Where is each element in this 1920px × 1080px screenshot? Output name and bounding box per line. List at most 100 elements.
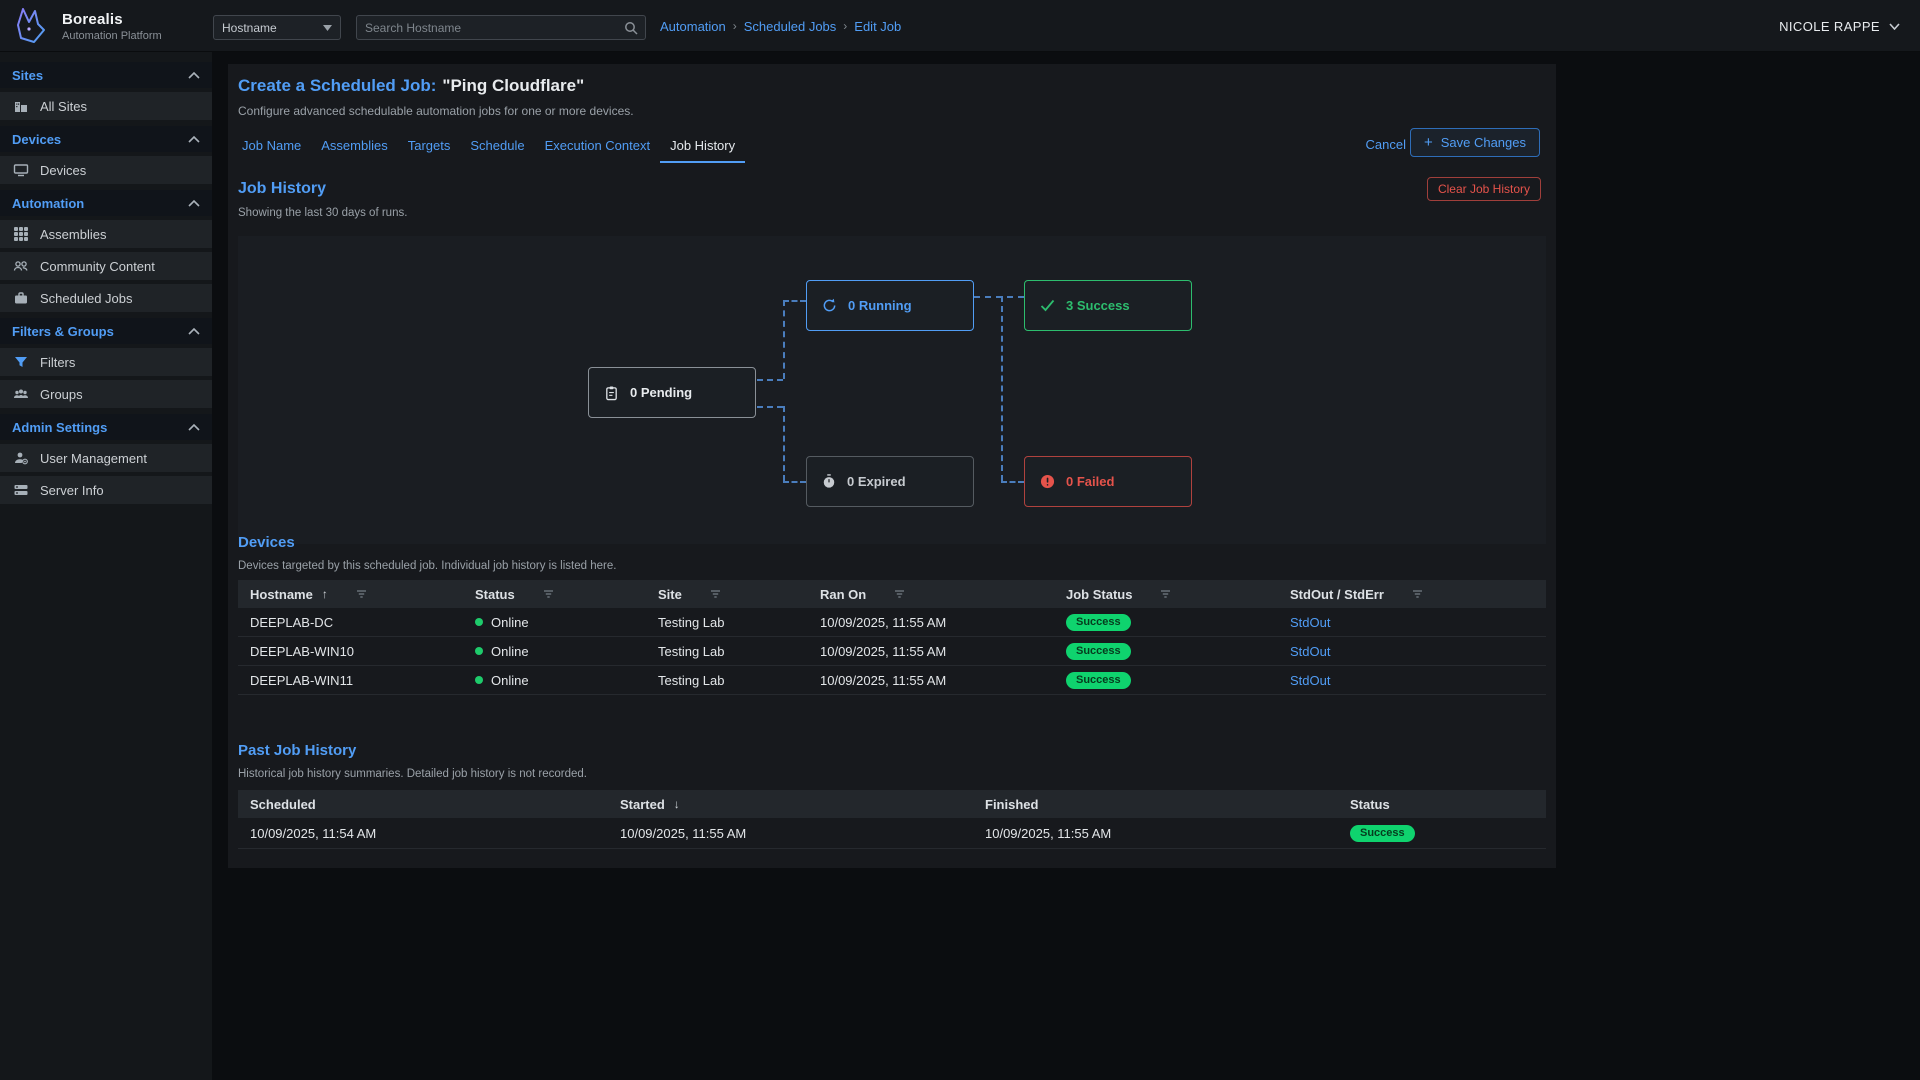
sidebar-item-label: User Management [40,451,147,466]
chevron-up-icon [188,327,200,335]
timer-icon [822,474,836,489]
pending-icon [604,385,619,401]
filter-icon[interactable] [709,588,722,600]
stdout-link[interactable]: StdOut [1290,673,1330,688]
column-header-site[interactable]: Site [646,580,808,608]
search-icon[interactable] [624,21,645,35]
stdout-link[interactable]: StdOut [1290,615,1330,630]
tab-job-name[interactable]: Job Name [232,132,311,163]
sidebar-section-admin-settings[interactable]: Admin Settings [0,414,212,440]
column-header-scheduled[interactable]: Scheduled [238,790,608,818]
pending-count: 0 Pending [630,385,692,400]
online-dot [475,647,483,655]
cell-stdout: StdOut [1278,666,1546,694]
breadcrumb-edit-job[interactable]: Edit Job [854,19,901,34]
column-header-status[interactable]: Status [463,580,646,608]
filter-icon[interactable] [355,588,368,600]
sidebar-item-all-sites[interactable]: All Sites [0,92,212,120]
sidebar-item-label: Assemblies [40,227,106,242]
online-dot [475,618,483,626]
column-header-stdout[interactable]: StdOut / StdErr [1278,580,1546,608]
assemblies-icon [13,226,29,242]
cell-hostname: DEEPLAB-WIN10 [238,637,463,665]
sidebar-item-assemblies[interactable]: Assemblies [0,220,212,248]
sidebar-section-sites[interactable]: Sites [0,62,212,88]
breadcrumb-scheduled-jobs[interactable]: Scheduled Jobs [744,19,837,34]
column-header-ran-on[interactable]: Ran On [808,580,1054,608]
cell-stdout: StdOut [1278,637,1546,665]
column-label: Site [658,587,682,602]
devices-table: Hostname ↑ Status Site Ran On Job Status [238,580,1546,695]
sidebar-item-label: All Sites [40,99,87,114]
cell-finished: 10/09/2025, 11:55 AM [973,818,1338,848]
column-label: Hostname [250,587,313,602]
flow-connector [783,300,785,379]
column-label: Finished [985,797,1038,812]
breadcrumb-automation[interactable]: Automation [660,19,726,34]
failed-status-box: 0 Failed [1024,456,1192,507]
sidebar-item-user-management[interactable]: User Management [0,444,212,472]
tab-execution-context[interactable]: Execution Context [535,132,661,163]
cell-ran-on: 10/09/2025, 11:55 AM [808,608,1054,636]
column-header-started[interactable]: Started ↓ [608,790,973,818]
tab-targets[interactable]: Targets [398,132,461,163]
cell-stdout: StdOut [1278,608,1546,636]
tab-job-history[interactable]: Job History [660,132,745,163]
cancel-button[interactable]: Cancel [1366,137,1406,152]
groups-icon [13,386,29,402]
chevron-down-icon [1889,23,1900,30]
column-header-job-status[interactable]: Job Status [1054,580,1278,608]
sidebar-item-scheduled-jobs[interactable]: Scheduled Jobs [0,284,212,312]
tab-schedule[interactable]: Schedule [460,132,534,163]
past-table-header: Scheduled Started ↓ Finished Status [238,790,1546,818]
user-menu[interactable]: NICOLE RAPPE [1779,0,1900,52]
column-header-hostname[interactable]: Hostname ↑ [238,580,463,608]
hostname-select[interactable]: Hostname [213,15,341,40]
flow-connector [757,379,783,381]
chevron-up-icon [188,423,200,431]
sidebar-item-filters[interactable]: Filters [0,348,212,376]
tab-assemblies[interactable]: Assemblies [311,132,397,163]
flow-connector [1001,481,1024,483]
sidebar-item-groups[interactable]: Groups [0,380,212,408]
filter-icon[interactable] [893,588,906,600]
plus-icon: + [1424,134,1433,151]
sidebar-section-automation[interactable]: Automation [0,190,212,216]
sort-asc-icon[interactable]: ↑ [322,587,328,601]
table-row: DEEPLAB-DC Online Testing Lab 10/09/2025… [238,608,1546,637]
devices-heading: Devices [238,534,295,551]
status-badge: Success [1066,672,1131,689]
filter-icon[interactable] [542,588,555,600]
filter-icon[interactable] [1159,588,1172,600]
sidebar-item-server-info[interactable]: Server Info [0,476,212,504]
sidebar-section-filters-groups[interactable]: Filters & Groups [0,318,212,344]
clear-job-history-button[interactable]: Clear Job History [1427,177,1541,201]
sidebar-item-devices[interactable]: Devices [0,156,212,184]
column-header-finished[interactable]: Finished [973,790,1338,818]
hostname-select-value: Hostname [222,21,277,35]
running-count: 0 Running [848,298,912,313]
cell-job-status: Success [1054,608,1278,636]
status-badge: Success [1066,614,1131,631]
column-header-status[interactable]: Status [1338,790,1546,818]
sidebar-item-label: Groups [40,387,83,402]
cell-ran-on: 10/09/2025, 11:55 AM [808,637,1054,665]
column-label: Ran On [820,587,866,602]
user-management-icon [13,450,29,466]
borealis-logo [8,3,54,49]
column-label: StdOut / StdErr [1290,587,1384,602]
sort-desc-icon[interactable]: ↓ [674,797,680,811]
sidebar-item-label: Scheduled Jobs [40,291,133,306]
section-label: Admin Settings [12,420,107,435]
filter-icon[interactable] [1411,588,1424,600]
table-row: DEEPLAB-WIN11 Online Testing Lab 10/09/2… [238,666,1546,695]
flow-connector [783,406,785,481]
search-input[interactable] [357,21,624,35]
sidebar-item-community-content[interactable]: Community Content [0,252,212,280]
stdout-link[interactable]: StdOut [1290,644,1330,659]
devices-icon [13,162,29,178]
save-changes-button[interactable]: + Save Changes [1410,128,1540,157]
cell-job-status: Success [1054,637,1278,665]
cell-status: Online [463,666,646,694]
sidebar-section-devices[interactable]: Devices [0,126,212,152]
